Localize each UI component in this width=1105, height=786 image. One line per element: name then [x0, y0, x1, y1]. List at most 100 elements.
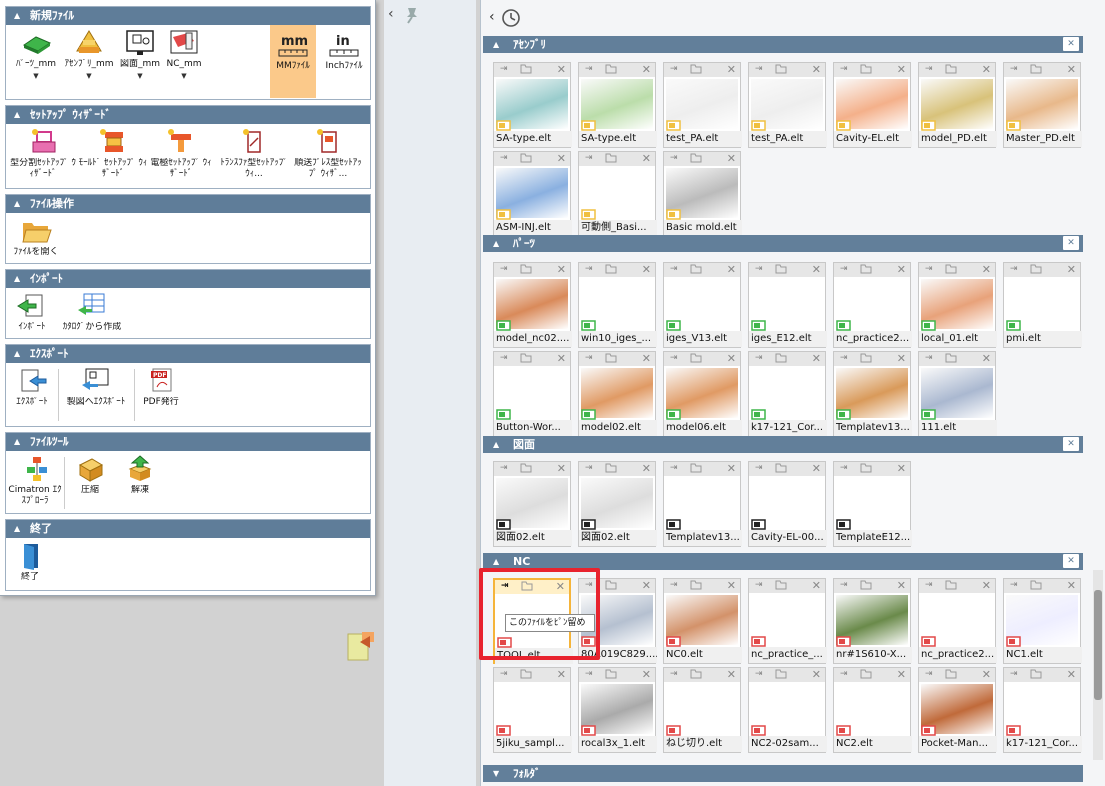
remove-file-icon[interactable]: ✕: [812, 352, 821, 365]
open-file-button[interactable]: ﾌｧｲﾙを開く: [8, 217, 64, 258]
remove-file-icon[interactable]: ✕: [642, 462, 651, 475]
pin-file-icon[interactable]: ⇥: [755, 353, 763, 363]
remove-file-icon[interactable]: ✕: [642, 668, 651, 681]
recent-file-card[interactable]: ⇥ ✕ test_PA.elt: [748, 62, 827, 148]
collapse-icon[interactable]: ▲: [14, 433, 20, 451]
expand-icon[interactable]: ▼: [493, 765, 499, 782]
pin-file-icon[interactable]: ⇥: [585, 64, 593, 74]
recent-file-card[interactable]: ⇥ ✕ model_nc02....: [493, 262, 572, 348]
inch-file-button[interactable]: in Inchﾌｧｲﾙ: [318, 29, 370, 72]
recent-file-card[interactable]: ⇥ ✕ 図面02.elt: [493, 461, 572, 547]
section-header[interactable]: ▲ ｴｸｽﾎﾟｰﾄ: [6, 345, 370, 363]
open-folder-icon[interactable]: [690, 152, 702, 166]
remove-file-icon[interactable]: ✕: [557, 352, 566, 365]
open-folder-icon[interactable]: [945, 668, 957, 682]
recent-file-card[interactable]: ⇥ ✕ nc_practice_...: [748, 578, 827, 664]
remove-file-icon[interactable]: ✕: [897, 63, 906, 76]
remove-file-icon[interactable]: ✕: [727, 668, 736, 681]
remove-file-icon[interactable]: ✕: [1067, 63, 1076, 76]
open-folder-icon[interactable]: [690, 668, 702, 682]
new-assembly-mm-button[interactable]: ｱｾﾝﾌﾞﾘ_mm ▼: [60, 29, 118, 82]
pin-file-icon[interactable]: ⇥: [585, 353, 593, 363]
open-folder-icon[interactable]: [945, 263, 957, 277]
recent-file-card[interactable]: ⇥ ✕ 図面02.elt: [578, 461, 657, 547]
open-folder-icon[interactable]: [520, 668, 532, 682]
pin-file-icon[interactable]: ⇥: [840, 580, 848, 590]
collapse-icon[interactable]: ▲: [493, 436, 499, 453]
open-folder-icon[interactable]: [1030, 668, 1042, 682]
open-folder-icon[interactable]: [1030, 579, 1042, 593]
import-button[interactable]: ｲﾝﾎﾟｰﾄ: [8, 292, 56, 333]
pin-file-icon[interactable]: ⇥: [670, 64, 678, 74]
pin-file-icon[interactable]: ⇥: [925, 264, 933, 274]
pin-file-icon[interactable]: ⇥: [500, 669, 508, 679]
pin-file-icon[interactable]: ⇥: [755, 264, 763, 274]
pin-file-icon[interactable]: ⇥: [840, 669, 848, 679]
pin-file-icon[interactable]: ⇥: [585, 463, 593, 473]
pin-file-icon[interactable]: ⇥: [670, 669, 678, 679]
remove-file-icon[interactable]: ✕: [557, 63, 566, 76]
section-header[interactable]: ▲ ｲﾝﾎﾟｰﾄ: [6, 270, 370, 288]
open-folder-icon[interactable]: [775, 462, 787, 476]
remove-file-icon[interactable]: ✕: [727, 63, 736, 76]
pin-file-icon[interactable]: ⇥: [585, 153, 593, 163]
remove-file-icon[interactable]: ✕: [642, 263, 651, 276]
remove-file-icon[interactable]: ✕: [982, 352, 991, 365]
pin-file-icon[interactable]: ⇥: [500, 64, 508, 74]
dropdown-arrow-icon[interactable]: ▼: [162, 71, 206, 82]
recent-file-card[interactable]: ⇥ ✕ pmi.elt: [1003, 262, 1082, 348]
recent-file-card[interactable]: ⇥ ✕ TemplateE12...: [833, 461, 912, 547]
remove-file-icon[interactable]: ✕: [642, 152, 651, 165]
pin-file-icon[interactable]: ⇥: [925, 580, 933, 590]
dropdown-arrow-icon[interactable]: ▼: [116, 71, 164, 82]
remove-file-icon[interactable]: ✕: [812, 579, 821, 592]
section-header[interactable]: ▲ ﾌｧｲﾙﾂｰﾙ: [6, 433, 370, 451]
remove-file-icon[interactable]: ✕: [642, 352, 651, 365]
remove-file-icon[interactable]: ✕: [557, 263, 566, 276]
remove-file-icon[interactable]: ✕: [812, 263, 821, 276]
collapse-icon[interactable]: ▲: [14, 195, 20, 213]
collapse-icon[interactable]: ▲: [14, 106, 20, 124]
recent-file-card[interactable]: ⇥ ✕ NC2.elt: [833, 667, 912, 753]
recent-file-card[interactable]: ⇥ ✕ k17-121_Cor...: [1003, 667, 1082, 753]
remove-file-icon[interactable]: ✕: [727, 579, 736, 592]
open-folder-icon[interactable]: [690, 63, 702, 77]
remove-file-icon[interactable]: ✕: [727, 152, 736, 165]
progressive-die-setup-wizard-button[interactable]: 順送ﾌﾟﾚｽ型ｾｯﾄｱｯﾌﾟ ｳｨｻﾞ...: [290, 128, 366, 180]
remove-file-icon[interactable]: ✕: [1067, 263, 1076, 276]
remove-file-icon[interactable]: ✕: [642, 63, 651, 76]
create-from-catalog-button[interactable]: ｶﾀﾛｸﾞから作成: [56, 292, 128, 333]
pin-file-icon[interactable]: ⇥: [840, 353, 848, 363]
recent-file-card[interactable]: ⇥ ✕ rocal3x_1.elt: [578, 667, 657, 753]
remove-file-icon[interactable]: ✕: [897, 352, 906, 365]
recent-file-card[interactable]: ⇥ ✕ Button-Wor...: [493, 351, 572, 437]
open-folder-icon[interactable]: [775, 63, 787, 77]
recent-file-card[interactable]: ⇥ ✕ win10_iges_...: [578, 262, 657, 348]
recent-file-card[interactable]: ⇥ ✕ local_01.elt: [918, 262, 997, 348]
section-header[interactable]: ▲ 終了: [6, 520, 370, 538]
pin-file-icon[interactable]: ⇥: [670, 580, 678, 590]
recent-file-card[interactable]: ⇥ ✕ Master_PD.elt: [1003, 62, 1082, 148]
section-header[interactable]: ▲ ｾｯﾄｱｯﾌﾟ ｳｨｻﾞｰﾄﾞ: [6, 106, 370, 124]
recent-file-card[interactable]: ⇥ ✕ Cavity-EL.elt: [833, 62, 912, 148]
recent-file-card[interactable]: ⇥ ✕ Pocket-Man...: [918, 667, 997, 753]
open-folder-icon[interactable]: [690, 352, 702, 366]
mold-setup-wizard-button[interactable]: ﾓｰﾙﾄﾞ ｾｯﾄｱｯﾌﾟ ｳｨｻﾞｰﾄﾞ: [78, 128, 148, 180]
pin-file-icon[interactable]: ⇥: [670, 463, 678, 473]
collapse-icon[interactable]: ▲: [493, 36, 499, 53]
pin-file-icon[interactable]: ⇥: [840, 264, 848, 274]
new-drawing-mm-button[interactable]: 図面_mm ▼: [116, 29, 164, 82]
recent-file-card[interactable]: ⇥ ✕ iges_E12.elt: [748, 262, 827, 348]
collapse-right-icon[interactable]: ‹: [489, 9, 495, 25]
open-folder-icon[interactable]: [1030, 63, 1042, 77]
recent-file-card[interactable]: ⇥ ✕ SA-type.elt: [578, 62, 657, 148]
open-folder-icon[interactable]: [520, 462, 532, 476]
recent-file-card[interactable]: ⇥ ✕ k17-121_Cor...: [748, 351, 827, 437]
open-folder-icon[interactable]: [860, 263, 872, 277]
collapse-left-icon[interactable]: ‹: [388, 6, 394, 22]
collapse-icon[interactable]: ▲: [493, 235, 499, 252]
pin-file-icon[interactable]: ⇥: [1010, 580, 1018, 590]
cimatron-explorer-button[interactable]: Cimatron ｴｸｽﾌﾟﾛｰﾗ: [8, 455, 62, 507]
remove-file-icon[interactable]: ✕: [557, 462, 566, 475]
pin-file-icon[interactable]: ⇥: [670, 153, 678, 163]
